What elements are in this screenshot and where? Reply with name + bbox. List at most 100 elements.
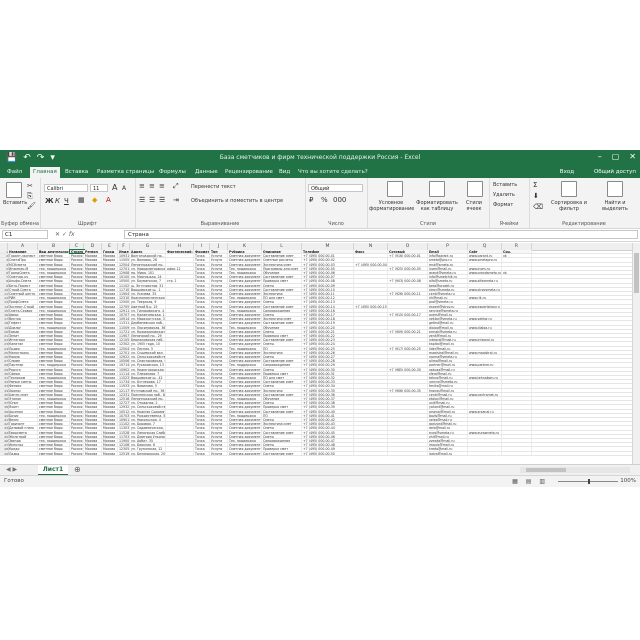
table-cell[interactable]: ladya@mail.ru: [428, 451, 468, 455]
table-cell[interactable]: Цветной б-р, 25: [130, 304, 166, 308]
table-cell[interactable]: [502, 401, 532, 405]
table-cell[interactable]: Москва: [102, 363, 118, 367]
table-cell[interactable]: [354, 426, 388, 430]
table-cell[interactable]: Москва: [102, 413, 118, 417]
table-cell[interactable]: ул. Дмитрия Ульянова, 24: [130, 434, 166, 438]
table-cell[interactable]: [388, 401, 428, 405]
table-cell[interactable]: Сметы: [262, 434, 302, 438]
grow-font-button[interactable]: A: [112, 183, 117, 192]
table-cell[interactable]: [354, 321, 388, 325]
table-cell[interactable]: Норма: [8, 355, 38, 359]
table-cell[interactable]: [166, 300, 194, 304]
conditional-formatting-icon[interactable]: [387, 181, 403, 197]
align-right-icon[interactable]: ☰: [159, 196, 165, 204]
table-cell[interactable]: +7 (495) 000-00-30: [302, 367, 354, 371]
table-cell[interactable]: ул. 1905 года, 10: [130, 342, 166, 346]
table-cell[interactable]: [388, 283, 428, 287]
table-cell[interactable]: сметное бюро: [38, 287, 70, 291]
table-cell[interactable]: [468, 355, 502, 359]
table-cell[interactable]: [502, 434, 532, 438]
table-cell[interactable]: Россия: [70, 292, 84, 296]
table-cell[interactable]: [166, 422, 194, 426]
table-cell[interactable]: kredo@mail.ru: [428, 447, 468, 451]
table-cell[interactable]: Услуги: [210, 254, 228, 258]
vertical-scrollbar[interactable]: [632, 243, 640, 464]
table-cell[interactable]: Составление смет: [262, 338, 302, 342]
table-cell[interactable]: Точка: [194, 258, 210, 262]
table-cell[interactable]: сметное бюро: [38, 283, 70, 287]
table-cell[interactable]: centr@smeta.ru: [428, 292, 468, 296]
table-cell[interactable]: Москва: [84, 329, 102, 333]
table-cell[interactable]: Услуги: [210, 384, 228, 388]
table-cell[interactable]: +7 (903) 000-00-08: [388, 279, 428, 283]
table-cell[interactable]: Москва: [102, 279, 118, 283]
table-cell[interactable]: Россия: [70, 430, 84, 434]
table-cell[interactable]: Москва: [102, 451, 118, 455]
table-cell[interactable]: [468, 334, 502, 338]
table-cell[interactable]: [468, 413, 502, 417]
table-cell[interactable]: +7 (909) 000-00-21: [388, 329, 428, 333]
table-cell[interactable]: 115230: [118, 376, 130, 380]
tab-home[interactable]: Главная: [30, 167, 60, 178]
table-cell[interactable]: Россия: [70, 342, 84, 346]
table-cell[interactable]: [388, 405, 428, 409]
table-cell[interactable]: Россия: [70, 447, 84, 451]
table-cell[interactable]: Обучение: [262, 325, 302, 329]
table-cell[interactable]: Сметная документация: [228, 334, 262, 338]
table-cell[interactable]: Услуги: [210, 338, 228, 342]
table-cell[interactable]: [166, 447, 194, 451]
table-cell[interactable]: Импульс: [8, 443, 38, 447]
table-cell[interactable]: Россия: [70, 439, 84, 443]
table-cell[interactable]: Услуги: [210, 292, 228, 296]
table-cell[interactable]: сметное бюро: [38, 426, 70, 430]
sort-filter-button[interactable]: Сортировка и фильтр: [547, 200, 591, 212]
table-cell[interactable]: Москва: [84, 384, 102, 388]
table-cell[interactable]: Москва: [84, 271, 102, 275]
table-cell[interactable]: Услуги: [210, 397, 228, 401]
table-cell[interactable]: [354, 447, 388, 451]
table-cell[interactable]: Россия: [70, 443, 84, 447]
table-cell[interactable]: +7 (495) 000-00-32: [302, 376, 354, 380]
sheet-navigation-arrows[interactable]: ◀ ▶: [6, 466, 17, 474]
header-cell[interactable]: Фактический адрес: [166, 250, 194, 254]
table-cell[interactable]: [354, 397, 388, 401]
table-cell[interactable]: 111141: [118, 371, 130, 375]
table-cell[interactable]: Обучение: [262, 397, 302, 401]
table-cell[interactable]: Москва: [102, 409, 118, 413]
insert-cells-button[interactable]: Вставить: [493, 182, 517, 188]
table-cell[interactable]: norma@smeta.ru: [428, 355, 468, 359]
table-cell[interactable]: [166, 384, 194, 388]
table-cell[interactable]: Москва: [84, 325, 102, 329]
table-cell[interactable]: www.ingm.ru: [468, 266, 502, 270]
table-cell[interactable]: Дербеневская наб., 7: [130, 321, 166, 325]
table-cell[interactable]: Услуги: [210, 321, 228, 325]
table-cell[interactable]: Сметная документация: [228, 447, 262, 451]
table-cell[interactable]: [354, 359, 388, 363]
table-cell[interactable]: [502, 397, 532, 401]
table-cell[interactable]: Сметная документация: [228, 254, 262, 258]
table-cell[interactable]: [354, 363, 388, 367]
table-cell[interactable]: Тех. поддержка: [228, 308, 262, 312]
table-cell[interactable]: Услуги: [210, 296, 228, 300]
table-cell[interactable]: Москва: [84, 346, 102, 350]
table-cell[interactable]: Услуги: [210, 447, 228, 451]
table-cell[interactable]: Сопровождение: [262, 439, 302, 443]
table-cell[interactable]: Кутузовский пр., 36: [130, 388, 166, 392]
table-cell[interactable]: +7 (917) 000-00-25: [388, 346, 428, 350]
table-cell[interactable]: zvezda@mail.ru: [428, 439, 468, 443]
table-cell[interactable]: Сметы: [262, 426, 302, 430]
table-cell[interactable]: Радуга: [8, 367, 38, 371]
table-cell[interactable]: ГрандСмета: [8, 271, 38, 275]
table-cell[interactable]: Услуги: [210, 371, 228, 375]
table-cell[interactable]: тех. поддержка: [38, 325, 70, 329]
horizontal-scroll-thumb[interactable]: [526, 468, 566, 472]
table-cell[interactable]: www.eurosmeta.ru: [468, 430, 502, 434]
table-cell[interactable]: 109029: [118, 367, 130, 371]
table-cell[interactable]: 101000: [118, 275, 130, 279]
table-cell[interactable]: [502, 376, 532, 380]
table-cell[interactable]: 119071: [118, 334, 130, 338]
table-cell[interactable]: Точка: [194, 346, 210, 350]
table-cell[interactable]: сметное бюро: [38, 350, 70, 354]
table-cell[interactable]: +7 (925) 000-00-05: [388, 266, 428, 270]
table-cell[interactable]: Россия: [70, 409, 84, 413]
